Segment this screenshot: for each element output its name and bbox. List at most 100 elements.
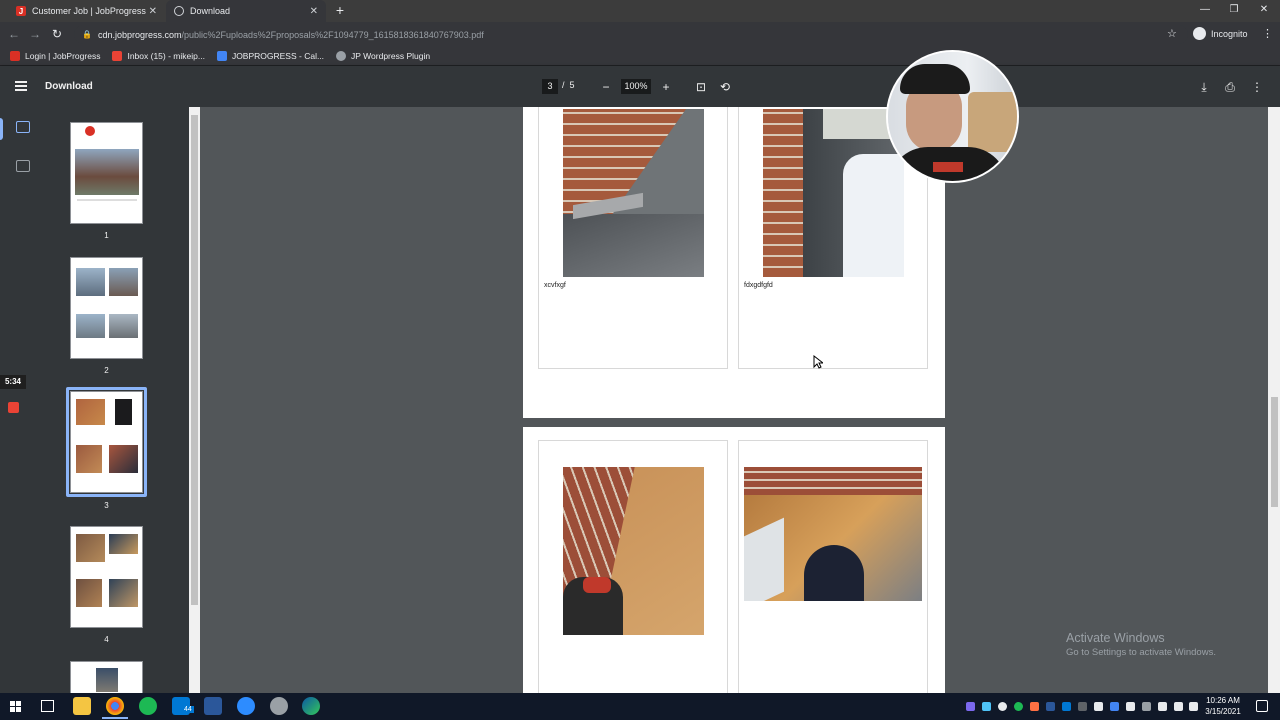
spotify-tray-icon[interactable] — [1014, 702, 1023, 711]
page-separator: / — [562, 80, 565, 90]
thumbnail-number: 2 — [104, 366, 109, 375]
outline-view-icon[interactable] — [16, 160, 30, 172]
tray-app-icon[interactable] — [1078, 702, 1087, 711]
reload-button[interactable]: ↻ — [49, 26, 65, 42]
url-path: /public%2Fuploads%2Fproposals%2F1094779_… — [181, 29, 484, 40]
tray-app-icon[interactable] — [1030, 702, 1039, 711]
tray-app-icon[interactable] — [1142, 702, 1151, 711]
clock-date: 3/15/2021 — [1205, 707, 1241, 716]
page-number-input[interactable]: 3 — [542, 79, 558, 94]
zoom-icon[interactable] — [237, 697, 255, 715]
network-icon[interactable] — [1158, 702, 1167, 711]
bookmark-wordpress[interactable]: JP Wordpress Plugin — [336, 51, 430, 61]
download-icon[interactable]: ⤓ — [1196, 79, 1212, 95]
app-icon[interactable] — [270, 697, 288, 715]
bluetooth-icon[interactable] — [1110, 702, 1119, 711]
fit-page-icon[interactable]: ⊡ — [693, 79, 709, 95]
menu-icon[interactable] — [15, 81, 27, 91]
tray-app-icon[interactable] — [966, 702, 975, 711]
photo-cell: xcvfxgf — [538, 107, 728, 369]
thumbnail-number: 1 — [104, 231, 109, 240]
bookmark-inbox[interactable]: Inbox (15) - mikeip... — [112, 51, 205, 61]
zoom-input[interactable]: 100% — [621, 79, 651, 94]
wifi-icon[interactable] — [1174, 702, 1183, 711]
tray-app-icon[interactable] — [1094, 702, 1103, 711]
page-thumbnail-3[interactable] — [70, 391, 143, 493]
zoom-out-button[interactable]: − — [598, 79, 614, 95]
close-icon[interactable]: ✕ — [310, 6, 318, 17]
file-explorer-icon[interactable] — [73, 697, 91, 715]
sidebar-scroll-thumb[interactable] — [191, 115, 198, 605]
tab-customer-job[interactable]: J Customer Job | JobProgress ✕ — [8, 0, 165, 22]
thumbnail-number: 4 — [104, 635, 109, 644]
task-view-icon[interactable] — [41, 700, 54, 712]
page-thumbnail-5[interactable] — [70, 661, 143, 693]
pdf-viewport[interactable]: xcvfxgf fdxgdfgfd — [200, 107, 1268, 693]
mail-badge: 44 — [182, 706, 194, 713]
url-host: cdn.jobprogress.com — [97, 29, 182, 40]
photo-chimney-flashing — [563, 109, 704, 277]
windows-start-icon[interactable] — [10, 701, 22, 713]
webcam-overlay — [886, 50, 1019, 183]
thumbnails-view-icon[interactable] — [16, 121, 30, 133]
browser-menu-icon[interactable]: ⋮ — [1262, 27, 1273, 40]
pdf-page-3: xcvfxgf fdxgdfgfd — [523, 107, 945, 418]
browser-toolbar: ← → ↻ 🔒 cdn.jobprogress.com/public%2Fupl… — [0, 22, 1280, 47]
tab-download[interactable]: Download ✕ — [166, 0, 326, 22]
jobprogress-icon: J — [16, 6, 26, 16]
profile-button[interactable]: Incognito — [1193, 27, 1248, 40]
address-bar[interactable]: 🔒 cdn.jobprogress.com/public%2Fuploads%2… — [74, 25, 1188, 44]
bookmark-calendar[interactable]: JOBPROGRESS - Cal... — [216, 51, 325, 61]
photo-roof-deck-repair — [744, 467, 922, 601]
new-tab-button[interactable]: + — [332, 2, 348, 18]
jobprogress-icon — [10, 51, 20, 61]
close-window-button[interactable]: ✕ — [1248, 0, 1280, 20]
stop-recording-icon[interactable] — [8, 402, 19, 413]
close-icon[interactable]: ✕ — [149, 6, 157, 17]
wordpress-icon — [336, 51, 347, 61]
lock-icon: 🔒 — [82, 30, 92, 39]
forward-button[interactable]: → — [27, 26, 43, 42]
print-icon[interactable]: ⎙ — [1222, 79, 1238, 95]
gmail-icon — [112, 51, 123, 61]
tray-app-icon[interactable] — [982, 702, 991, 711]
edge-icon[interactable] — [302, 697, 320, 715]
bookmark-label: JOBPROGRESS - Cal... — [231, 51, 325, 61]
volume-icon[interactable] — [1189, 702, 1198, 711]
spotify-icon[interactable] — [139, 697, 157, 715]
more-options-icon[interactable]: ⋮ — [1249, 79, 1265, 95]
windows-taskbar: 44 10:26 AM 3/15/2021 — [0, 693, 1280, 720]
page-scroll-thumb[interactable] — [1271, 397, 1278, 507]
page-thumbnail-1[interactable] — [70, 122, 143, 224]
bookmark-label: Login | JobProgress — [25, 51, 101, 61]
pdf-page-4 — [523, 427, 945, 693]
restore-button[interactable]: ❐ — [1218, 0, 1250, 20]
photo-cell — [738, 440, 928, 693]
tray-app-icon[interactable] — [1126, 702, 1135, 711]
bookmark-star-icon[interactable]: ☆ — [1167, 27, 1177, 40]
rotate-icon[interactable]: ⟲ — [717, 79, 733, 95]
page-thumbnail-4[interactable] — [70, 526, 143, 628]
chrome-icon[interactable] — [106, 697, 124, 715]
photo-caption: fdxgdfgfd — [744, 282, 773, 289]
pdf-toolbar: Download 3 / 5 − 100% + ⊡ ⟲ ⤓ ⎙ ⋮ — [0, 66, 1280, 107]
bookmark-label: Inbox (15) - mikeip... — [127, 51, 205, 61]
tab-title: Customer Job | JobProgress — [32, 6, 146, 16]
word-icon[interactable] — [204, 697, 222, 715]
back-button[interactable]: ← — [6, 26, 22, 42]
zoom-in-button[interactable]: + — [658, 79, 674, 95]
bookmark-label: JP Wordpress Plugin — [351, 51, 431, 61]
taskbar-clock[interactable]: 10:26 AM 3/15/2021 — [1199, 695, 1247, 717]
tray-app-icon[interactable] — [1062, 702, 1071, 711]
document-title: Download — [45, 81, 93, 92]
activate-windows-watermark: Activate Windows Go to Settings to activ… — [1066, 631, 1216, 658]
microphone-icon[interactable] — [998, 702, 1007, 711]
tray-app-icon[interactable] — [1046, 702, 1055, 711]
notifications-icon[interactable] — [1256, 700, 1268, 712]
calendar-icon — [216, 51, 227, 61]
page-scrollbar[interactable] — [1268, 107, 1280, 693]
minimize-button[interactable]: — — [1189, 0, 1221, 20]
bookmark-login-jobprogress[interactable]: Login | JobProgress — [10, 51, 100, 61]
sidebar-scrollbar[interactable] — [189, 107, 200, 693]
page-thumbnail-2[interactable] — [70, 257, 143, 359]
